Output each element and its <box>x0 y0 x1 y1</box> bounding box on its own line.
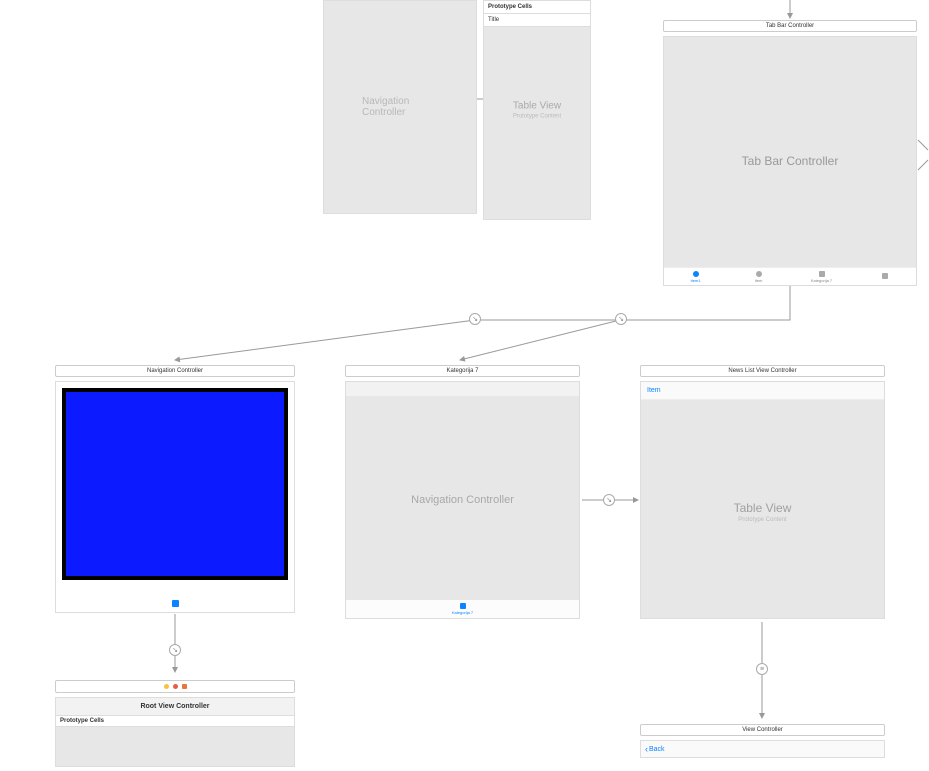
segue-badge[interactable]: ↘ <box>169 644 181 656</box>
segue-badge[interactable]: ↘ <box>615 313 627 325</box>
segue-badge[interactable]: ≡ <box>756 663 768 675</box>
scene-navigation-controller-top[interactable]: Navigation Controller <box>323 0 477 214</box>
square-icon <box>819 271 825 277</box>
table-body[interactable] <box>55 727 295 767</box>
tab-item-1[interactable]: Item <box>727 268 790 285</box>
nav-bar <box>346 382 579 396</box>
nav-item-button[interactable]: Item <box>647 387 661 394</box>
scene-title[interactable]: Tab Bar Controller <box>663 20 917 32</box>
nav-bar-title: Root View Controller <box>55 697 295 716</box>
segue-badge[interactable]: ↘ <box>469 313 481 325</box>
tab-bar-placeholder <box>56 594 294 612</box>
table-view-placeholder: Table View Prototype Content <box>513 101 561 120</box>
scene-kategorija-nav[interactable]: Kategorija 7 Navigation Controller Kateg… <box>345 365 580 619</box>
scene-title[interactable]: Kategorija 7 <box>345 365 580 377</box>
square-icon <box>882 273 888 279</box>
square-icon <box>460 603 466 609</box>
prototype-cells-header: Prototype Cells <box>55 716 295 727</box>
scene-tab-bar-controller[interactable]: Tab Bar Controller Tab Bar Controller It… <box>663 20 917 286</box>
scene-navigation-controller-blue[interactable]: Navigation Controller <box>55 365 295 613</box>
vc-icon <box>164 684 169 689</box>
scene-news-list[interactable]: News List View Controller Item Table Vie… <box>640 365 885 619</box>
tab-bar-controller-label: Tab Bar Controller <box>742 154 839 168</box>
nav-controller-label: Navigation Controller <box>362 96 438 118</box>
scene-title-dots[interactable] <box>55 680 295 693</box>
root-view-wrapper <box>62 388 288 580</box>
chevron-left-icon: ‹ <box>645 745 648 754</box>
scene-title[interactable]: News List View Controller <box>640 365 885 377</box>
tab-item-0[interactable]: Item1 <box>664 268 727 285</box>
tab-bar-placeholder: Kategorija 7 <box>346 600 579 618</box>
nav-bar: Item <box>641 382 884 400</box>
back-button[interactable]: ‹ Back <box>645 745 665 754</box>
circle-icon <box>756 271 762 277</box>
tab-bar: Item1 Item Kategorija 7 <box>664 267 916 285</box>
nav-controller-label: Navigation Controller <box>411 494 514 506</box>
scene-title[interactable]: Navigation Controller <box>55 365 295 377</box>
scene-title[interactable]: View Controller <box>640 724 885 736</box>
scene-table-view-top[interactable]: Prototype Cells Title Table View Prototy… <box>483 0 591 220</box>
circle-icon <box>693 271 699 277</box>
table-view-placeholder: Table View Prototype Content <box>734 501 792 523</box>
segue-badge[interactable]: ↘ <box>603 494 615 506</box>
square-icon <box>172 600 179 607</box>
nav-bar: ‹ Back <box>640 740 885 758</box>
prototype-cells-header: Prototype Cells <box>484 1 590 14</box>
blue-view[interactable] <box>66 392 284 576</box>
tab-item-3[interactable] <box>853 268 916 285</box>
scene-view-controller[interactable]: View Controller ‹ Back <box>640 724 885 758</box>
scene-root-view-controller[interactable]: Root View Controller Prototype Cells <box>55 680 295 767</box>
prototype-cell-title[interactable]: Title <box>484 14 590 27</box>
tab-item-2[interactable]: Kategorija 7 <box>790 268 853 285</box>
exit-icon <box>182 684 187 689</box>
first-responder-icon <box>173 684 178 689</box>
